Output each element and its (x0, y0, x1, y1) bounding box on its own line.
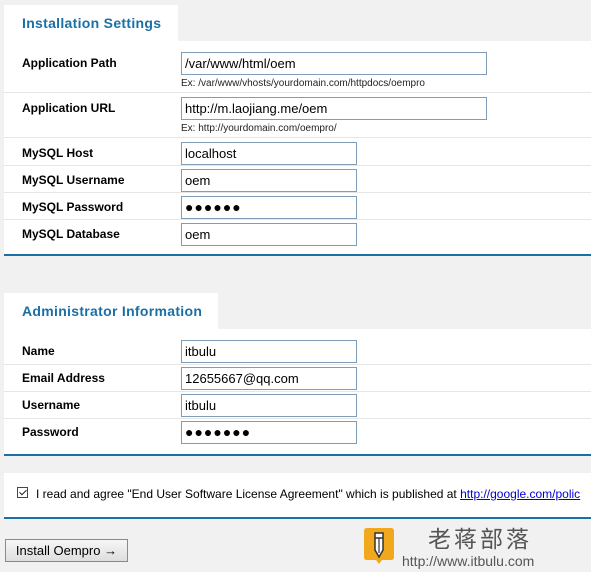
mysql-password-label: MySQL Password (22, 200, 124, 214)
administrator-information-tab: Administrator Information (4, 293, 218, 329)
mysql-database-label: MySQL Database (22, 227, 120, 241)
application-path-input[interactable] (181, 52, 487, 75)
separator (4, 165, 591, 166)
mysql-username-label: MySQL Username (22, 173, 125, 187)
mysql-database-input[interactable] (181, 223, 357, 246)
installation-settings-tab: Installation Settings (4, 5, 178, 41)
application-url-input[interactable] (181, 97, 487, 120)
admin-name-input[interactable] (181, 340, 357, 363)
application-url-hint: Ex: http://yourdomain.com/oempro/ (181, 123, 337, 134)
watermark-url-text: http://www.itbulu.com (402, 553, 535, 569)
admin-username-input[interactable] (181, 394, 357, 417)
admin-username-label: Username (22, 398, 81, 412)
mysql-password-input[interactable]: ●●●●●● (181, 196, 357, 219)
admin-password-label: Password (22, 425, 79, 439)
separator (4, 418, 591, 419)
installation-settings-panel: Application Path Ex: /var/www/vhosts/you… (4, 41, 591, 256)
mysql-host-label: MySQL Host (22, 146, 94, 160)
separator (4, 92, 591, 93)
admin-email-label: Email Address (22, 371, 105, 385)
watermark-chinese-text: 老蒋部落 (428, 527, 532, 553)
agreement-statement: I read and agree "End User Software Lice… (36, 487, 461, 501)
separator (4, 219, 591, 220)
install-oempro-button[interactable]: Install Oempro → (5, 539, 128, 562)
mysql-host-input[interactable] (181, 142, 357, 165)
installation-settings-title: Installation Settings (22, 15, 162, 31)
watermark: 老蒋部落 http://www.itbulu.com (362, 523, 591, 572)
separator (4, 192, 591, 193)
license-agreement-panel: I read and agree "End User Software Lice… (4, 473, 591, 519)
agree-checkbox[interactable] (17, 487, 28, 498)
separator (4, 391, 591, 392)
admin-password-input[interactable]: ●●●●●●● (181, 421, 357, 444)
separator (4, 137, 591, 138)
separator (4, 364, 591, 365)
application-path-label: Application Path (22, 56, 117, 70)
pencil-logo-icon (364, 528, 394, 564)
agreement-text: I read and agree "End User Software Lice… (36, 487, 580, 501)
application-path-hint: Ex: /var/www/vhosts/yourdomain.com/httpd… (181, 78, 425, 89)
application-url-label: Application URL (22, 101, 116, 115)
admin-email-input[interactable] (181, 367, 357, 390)
mysql-username-input[interactable] (181, 169, 357, 192)
admin-name-label: Name (22, 344, 55, 358)
license-link[interactable]: http://google.com/polic (460, 487, 580, 501)
administrator-information-panel: Name Email Address Username Password ●●●… (4, 329, 591, 456)
administrator-information-title: Administrator Information (22, 303, 203, 319)
